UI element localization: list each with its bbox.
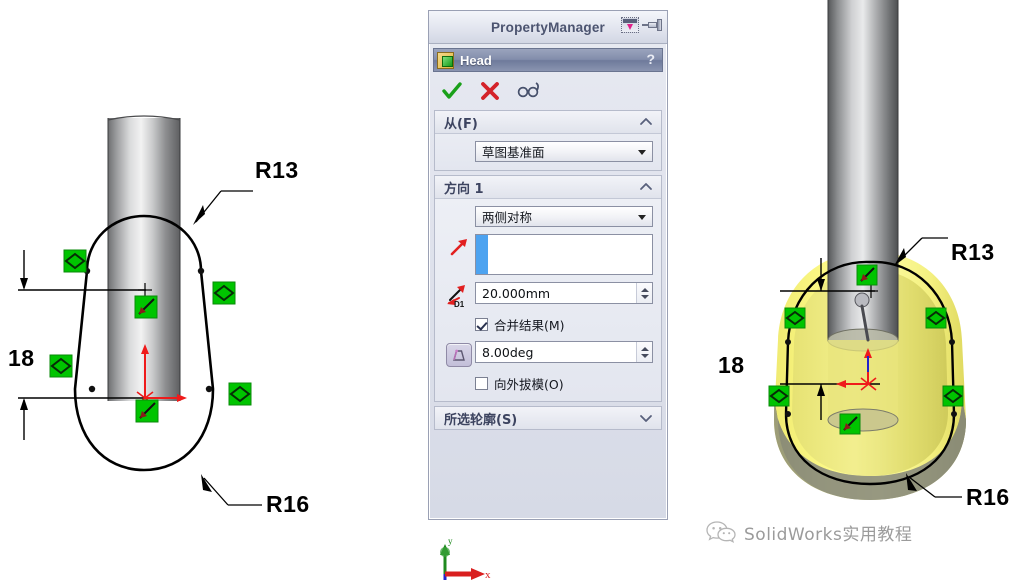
reverse-direction-arrow-icon[interactable] [448,236,470,258]
watermark-text: SolidWorks实用教程 [744,524,913,545]
property-manager-panel: PropertyManager Head ? 从(F) 草图基准面 方向 1 两… [428,10,668,520]
group-header-selected-contours[interactable]: 所选轮廓(S) [435,407,661,429]
draft-angle-stepper[interactable] [636,342,652,362]
group-start-condition: 从(F) 草图基准面 [434,110,662,171]
group-header-start[interactable]: 从(F) [435,111,661,134]
depth-input[interactable]: 20.000mm [475,282,653,304]
start-condition-select[interactable]: 草图基准面 [475,141,653,162]
chevron-up-icon[interactable] [639,115,653,129]
selection-mode-strip [476,235,488,274]
draft-outward-label: 向外拔模(O) [494,377,564,392]
group-title-selected-contours: 所选轮廓(S) [444,412,518,428]
stepper-down-icon[interactable] [640,294,649,299]
draft-outward-row[interactable]: 向外拔模(O) [443,374,653,393]
svg-text:D1: D1 [454,300,465,308]
symmetry-constraint-marker [839,413,861,435]
pushpin-icon[interactable] [642,17,662,33]
tangent-constraint-marker [768,385,790,407]
wechat-icon [706,521,736,543]
group-title-start: 从(F) [444,116,478,132]
right-label-r16: R16 [966,484,1010,510]
selection-list-area[interactable] [488,235,652,274]
depth-d1-icon: D1 [447,285,465,308]
depth-row: D1 20.000mm [443,282,653,308]
tangent-constraint-marker [784,307,806,329]
group-header-direction-1[interactable]: 方向 1 [435,176,661,199]
end-condition-select[interactable]: 两侧对称 [475,206,653,227]
screenshot-canvas: R13 R16 18 PropertyManager Head ? 从(F) 草… [0,0,1018,581]
stepper-up-icon[interactable] [640,346,649,351]
tangent-constraint-marker [49,354,73,378]
cancel-button[interactable] [479,80,501,102]
chevron-down-icon[interactable] [639,411,653,425]
help-icon[interactable]: ? [646,51,655,67]
merge-result-row[interactable]: 合并结果(M) [443,315,653,334]
draft-row: 8.00deg [443,341,653,367]
coordinate-axis-triad: y x [440,536,491,581]
end-condition-value: 两侧对称 [482,210,533,225]
left-label-r13: R13 [255,157,299,183]
draft-angle-toggle[interactable] [446,343,472,367]
property-manager-action-bar [429,76,667,106]
merge-result-label: 合并结果(M) [494,318,565,333]
tangent-constraint-marker [228,382,252,406]
draft-angle-value: 8.00deg [482,344,534,360]
shaft-cylinder-3d [828,0,898,340]
symmetry-constraint-marker [134,295,158,319]
merge-result-checkbox[interactable] [475,318,488,331]
draft-angle-input[interactable]: 8.00deg [475,341,653,363]
depth-value: 20.000mm [482,285,551,301]
group-selected-contours: 所选轮廓(S) [434,406,662,430]
left-label-r16: R16 [266,491,310,517]
right-label-r13: R13 [951,239,995,265]
left-label-height: 18 [8,345,35,371]
axis-label-y: y [448,536,453,546]
feature-header: Head ? [433,48,663,72]
draft-outward-checkbox[interactable] [475,377,488,390]
feature-name: Head [460,52,492,68]
draft-angle-icon [453,349,465,361]
property-manager-title: PropertyManager [490,19,606,35]
depth-stepper[interactable] [636,283,652,303]
right-label-height: 18 [718,352,745,378]
watermark: SolidWorks实用教程 [706,519,912,545]
symmetry-constraint-marker [135,399,159,423]
chevron-down-icon[interactable] [638,215,646,220]
tangent-constraint-marker [942,385,964,407]
symmetry-constraint-marker [856,264,878,286]
preview-glasses-icon[interactable] [517,80,539,102]
chevron-down-icon[interactable] [638,150,646,155]
tangent-constraint-marker [212,281,236,305]
property-manager-titlebar: PropertyManager [429,11,667,44]
stepper-down-icon[interactable] [640,353,649,358]
stepper-up-icon[interactable] [640,287,649,292]
group-direction-1: 方向 1 两侧对称 D1 20.000mm 合并结果(M) 8.00deg 向外… [434,175,662,402]
group-title-direction-1: 方向 1 [444,181,484,197]
axis-label-x: x [485,569,491,581]
chevron-up-icon[interactable] [639,180,653,194]
extruded-boss-base-icon [437,51,454,69]
ok-button[interactable] [441,80,463,102]
left-sketch-view [18,115,262,506]
collapse-panel-icon[interactable] [621,17,639,33]
direction-reference-selection-box[interactable] [475,234,653,275]
direction-selection-row [443,234,653,275]
start-condition-value: 草图基准面 [482,145,545,160]
tangent-constraint-marker [63,249,87,273]
tangent-constraint-marker [925,307,947,329]
